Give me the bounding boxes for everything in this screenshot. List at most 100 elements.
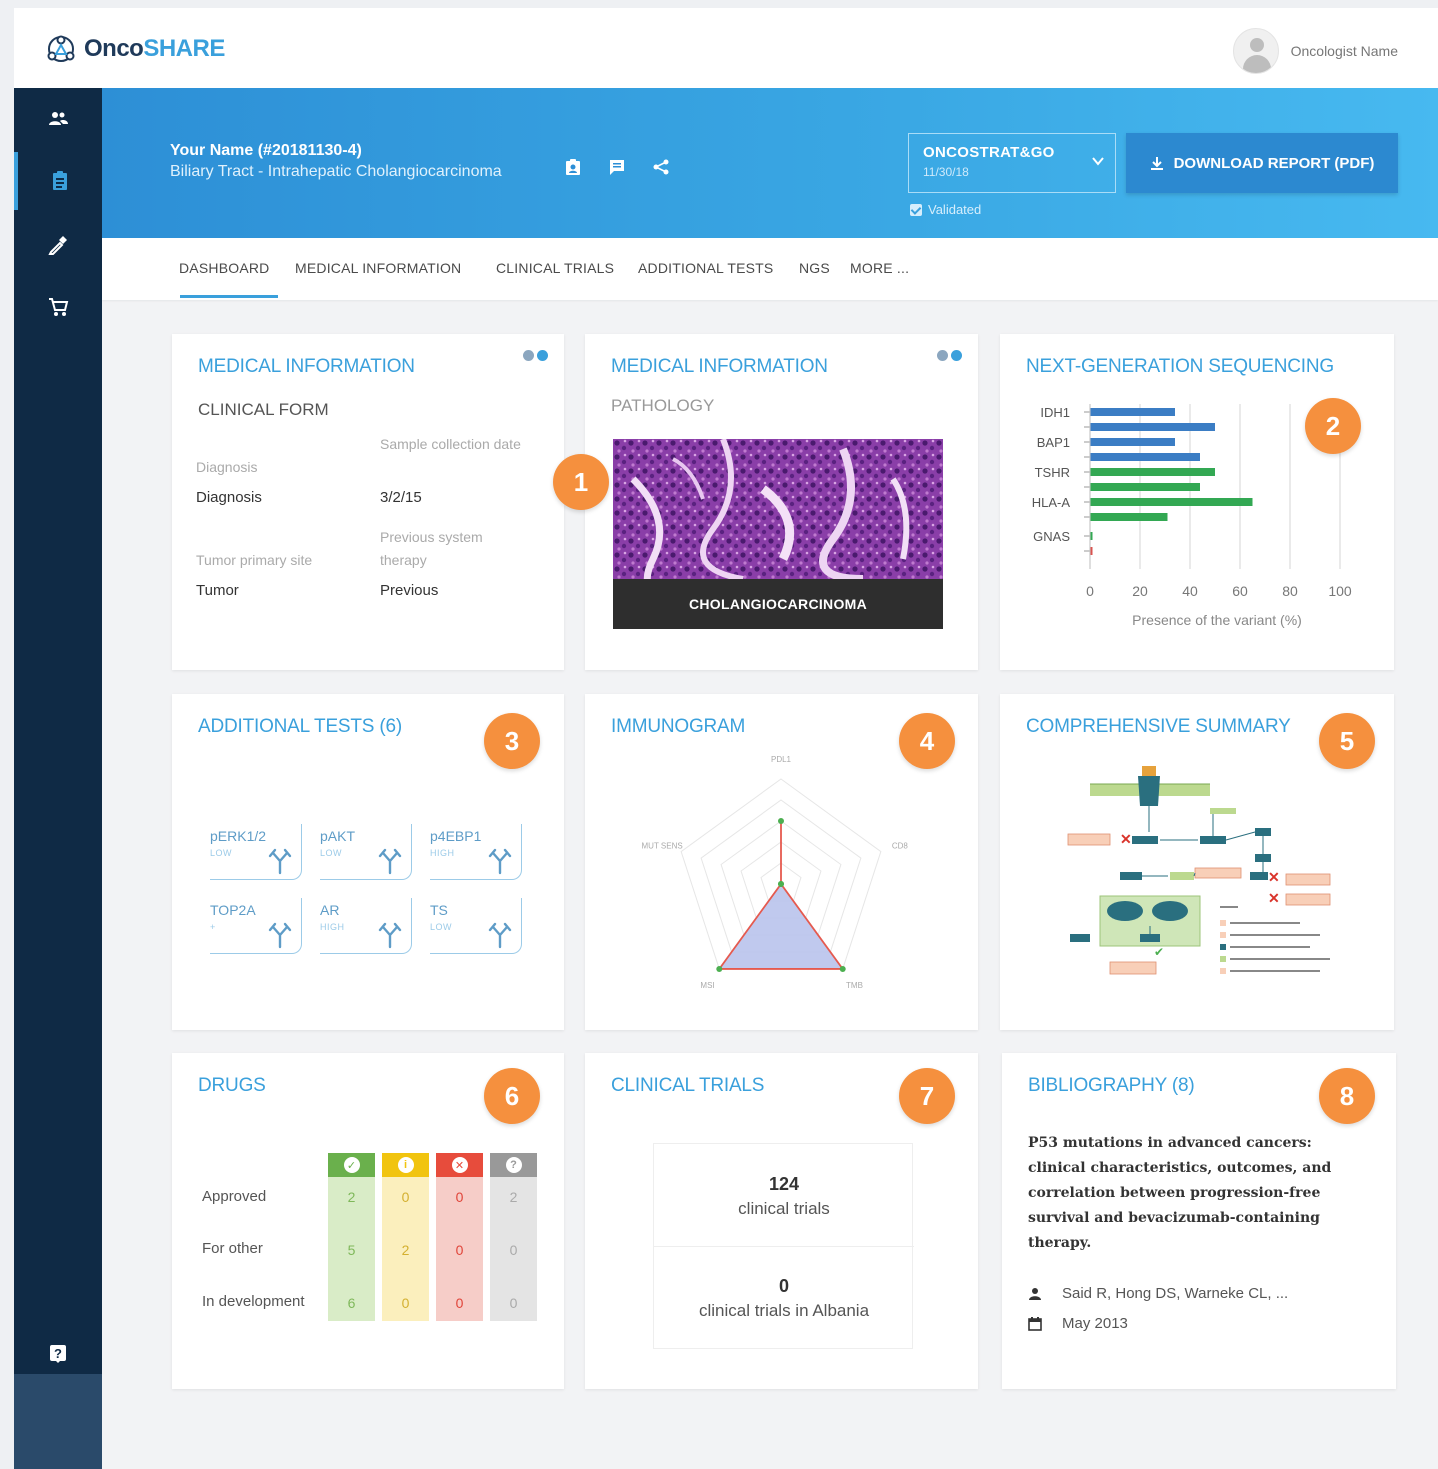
test-tile[interactable]: TOP2A + (210, 898, 302, 954)
tab-dashboard[interactable]: DASHBOARD (179, 260, 269, 276)
y-category-label: TSHR (1035, 465, 1070, 480)
report-select-value: ONCOSTRAT&GO (923, 144, 1055, 161)
drug-count[interactable]: 5 (328, 1242, 375, 1258)
drug-count[interactable]: 0 (436, 1242, 483, 1258)
download-report-button[interactable]: DOWNLOAD REPORT (PDF) (1126, 133, 1398, 193)
antibody-icon (378, 922, 402, 949)
trial-summary-box[interactable]: 124 clinical trials 0 clinical trials in… (653, 1143, 914, 1349)
drug-row-label: For other (202, 1240, 263, 1257)
trial-count: 124 (768, 1174, 800, 1194)
card-title: MEDICAL INFORMATION (198, 356, 415, 377)
sidebar-footer-strip (14, 1374, 102, 1469)
ngs-card[interactable]: NEXT-GENERATION SEQUENCING 0 20 40 60 80 100 I… (1000, 334, 1394, 670)
paper-date: May 2013 (1028, 1315, 1128, 1332)
drug-count[interactable]: 2 (328, 1189, 375, 1205)
test-level: LOW (430, 922, 453, 932)
drug-count[interactable]: 0 (382, 1295, 429, 1311)
person-icon (1029, 1287, 1041, 1300)
radar-point (778, 818, 784, 824)
share-icon[interactable] (652, 158, 670, 176)
active-tab-indicator (180, 295, 278, 298)
sidebar-item-samples[interactable] (14, 216, 102, 274)
test-tile[interactable]: AR HIGH (320, 898, 412, 954)
clipboard-icon (53, 171, 67, 190)
test-tile[interactable]: pAKT LOW (320, 824, 412, 880)
tab-medical-information[interactable]: MEDICAL INFORMATION (295, 260, 461, 276)
field-label: Sample collection date (380, 436, 521, 452)
download-report-label: DOWNLOAD REPORT (PDF) (1173, 154, 1375, 172)
drug-count[interactable]: 0 (436, 1295, 483, 1311)
chevron-down-icon (1092, 157, 1104, 166)
drug-status-header: i (382, 1153, 429, 1177)
paper-authors: Said R, Hong DS, Warneke CL, ... (1028, 1285, 1288, 1302)
question-icon: ? (505, 1157, 522, 1173)
radar-area (717, 821, 845, 970)
tab-more[interactable]: MORE ... (850, 260, 909, 276)
paper-authors-text: Said R, Hong DS, Warneke CL, ... (1062, 1285, 1289, 1302)
card-subtitle: PATHOLOGY (611, 396, 715, 415)
tab-ngs[interactable]: NGS (799, 260, 830, 276)
radar-axis-label: CD8 (892, 841, 909, 850)
y-category-label: IDH1 (1040, 405, 1070, 420)
bar (1090, 468, 1215, 476)
drug-count[interactable]: 2 (490, 1189, 537, 1205)
bar (1090, 453, 1200, 461)
drug-count[interactable]: 2 (382, 1242, 429, 1258)
sidebar-item-patients[interactable] (14, 90, 102, 148)
download-icon (1150, 157, 1163, 170)
id-card-icon[interactable] (564, 158, 582, 176)
tab-additional-tests[interactable]: ADDITIONAL TESTS (638, 260, 773, 276)
pathology-image[interactable]: CHOLANGIOCARCINOMA (613, 437, 943, 629)
user-name: Oncologist Name (1290, 43, 1398, 59)
brand-suffix: SHARE (143, 35, 225, 62)
report-select[interactable]: ONCOSTRAT&GO 11/30/18 (908, 133, 1116, 193)
trial-count-label: clinical trials (738, 1199, 830, 1218)
test-level: LOW (210, 848, 233, 858)
step-badge: 4 (899, 713, 955, 769)
test-tile[interactable]: pERK1/2 LOW (210, 824, 302, 880)
validated-checkbox[interactable]: Validated (910, 202, 981, 217)
user-menu[interactable]: Oncologist Name (1232, 28, 1398, 74)
paper-date-text: May 2013 (1062, 1315, 1128, 1332)
drug-count[interactable]: 0 (490, 1295, 537, 1311)
antibody-icon (488, 922, 512, 949)
field-label: Tumor primary site (196, 552, 313, 568)
test-tile[interactable]: p4EBP1 HIGH (430, 824, 522, 880)
antibody-icon (488, 848, 512, 875)
drug-status-body: 0 0 0 (436, 1177, 483, 1321)
drug-status-header: ? (490, 1153, 537, 1177)
test-name: AR (320, 902, 340, 918)
test-tile[interactable]: TS LOW (430, 898, 522, 954)
test-level: + (210, 922, 216, 932)
y-category-label: BAP1 (1037, 435, 1070, 450)
top-bar: OncoSHARE Oncologist Name (14, 8, 1438, 88)
paper-title[interactable]: P53 mutations in advanced cancers: clini… (1028, 1131, 1358, 1256)
bar (1090, 498, 1253, 506)
field-value: Previous (380, 582, 439, 599)
sidebar-item-orders[interactable] (14, 278, 102, 336)
clinical-form-card[interactable]: MEDICAL INFORMATION CLINICAL FORM Diagno… (172, 334, 564, 670)
y-category-label: GNAS (1033, 529, 1070, 544)
report-select-date: 11/30/18 (923, 165, 969, 179)
drug-status-header: ✓ (328, 1153, 375, 1177)
drug-status-header: ✕ (436, 1153, 483, 1177)
more-dots-icon[interactable] (937, 350, 962, 361)
radar-point (839, 965, 846, 972)
drug-count[interactable]: 0 (436, 1189, 483, 1205)
comment-icon[interactable] (608, 158, 626, 176)
app-logo[interactable]: OncoSHARE (46, 32, 225, 66)
tab-clinical-trials[interactable]: CLINICAL TRIALS (496, 260, 614, 276)
x-tick-label: 40 (1182, 583, 1198, 599)
drug-count[interactable]: 0 (490, 1242, 537, 1258)
more-dots-icon[interactable] (523, 350, 548, 361)
local-trial-count: 0 (778, 1276, 789, 1296)
svg-text:✕: ✕ (1120, 831, 1132, 847)
drug-count[interactable]: 0 (382, 1189, 429, 1205)
sidebar-item-reports[interactable] (14, 152, 102, 210)
validated-label: Validated (928, 202, 982, 217)
check-icon: ✓ (343, 1157, 360, 1173)
drug-count[interactable]: 6 (328, 1295, 375, 1311)
chart-x-label: Presence of the variant (%) (1132, 612, 1302, 628)
pathology-card[interactable]: MEDICAL INFORMATION PATHOLOGY CHOLANGIOC… (585, 334, 978, 670)
card-title: CLINICAL TRIALS (611, 1075, 765, 1096)
